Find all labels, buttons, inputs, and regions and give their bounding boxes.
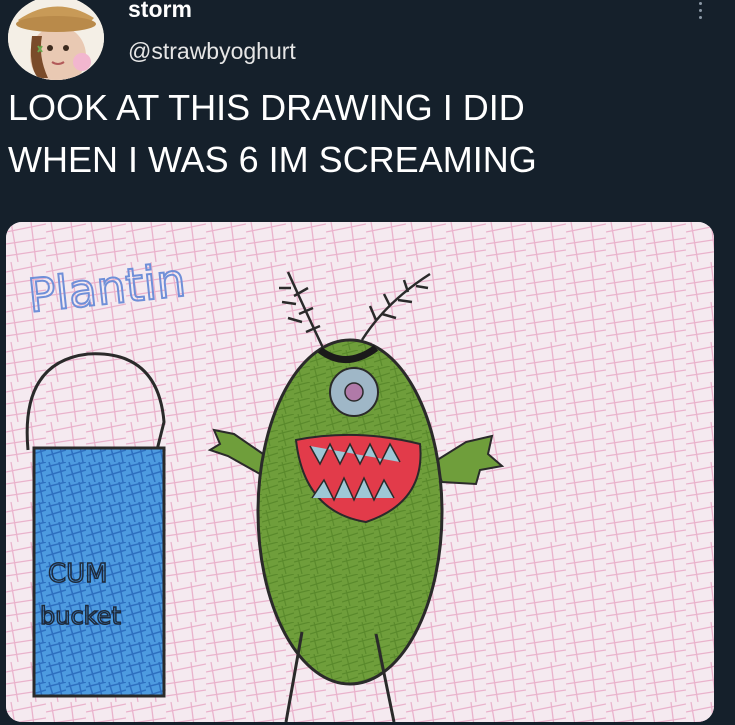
tweet-media-drawing[interactable]: Plantin CUM bucket <box>6 222 714 722</box>
more-options-icon[interactable] <box>690 0 710 26</box>
avatar[interactable] <box>8 0 104 80</box>
tweet-text: LOOK AT THIS DRAWING I DID WHEN I WAS 6 … <box>8 82 708 186</box>
tweet-text-line-1: LOOK AT THIS DRAWING I DID <box>8 87 525 128</box>
bucket-label-line-2: bucket <box>40 602 121 630</box>
drawing-image: Plantin CUM bucket <box>6 222 714 722</box>
avatar-cowgirl-icon <box>8 0 104 80</box>
tweet-text-line-2: WHEN I WAS 6 IM SCREAMING <box>8 139 537 180</box>
display-name[interactable]: storm <box>128 0 192 23</box>
user-handle[interactable]: @strawbyoghurt <box>128 38 296 65</box>
bucket-label-line-1: CUM <box>48 559 108 589</box>
pupil <box>344 382 364 402</box>
tweet: storm @strawbyoghurt LOOK AT THIS DRAWIN… <box>0 0 735 725</box>
